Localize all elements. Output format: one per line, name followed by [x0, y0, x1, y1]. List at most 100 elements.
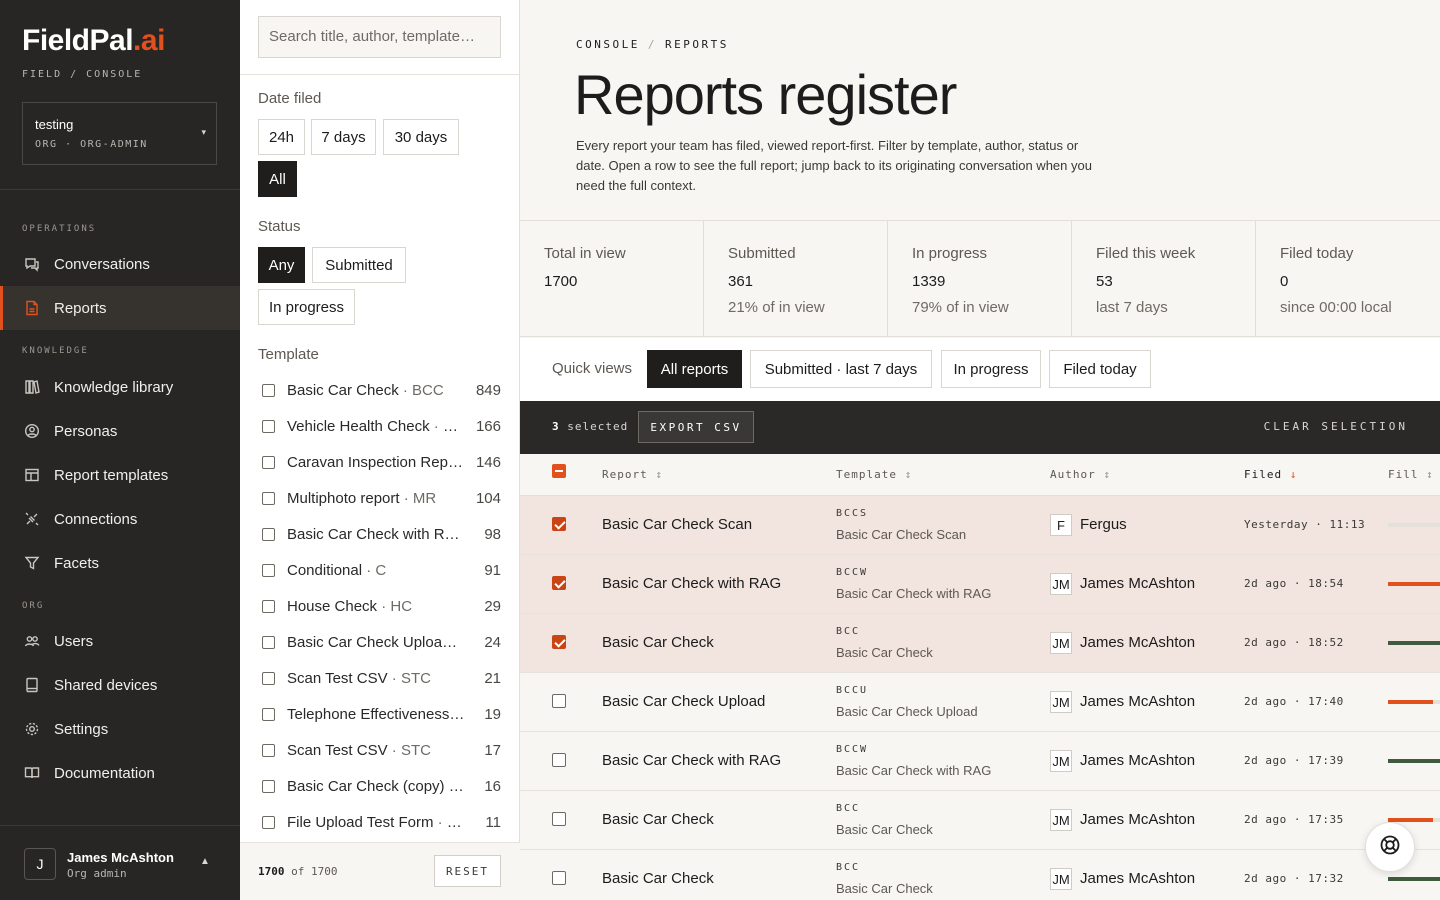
- clear-selection-button[interactable]: CLEAR SELECTION: [1264, 420, 1408, 433]
- status-chip-submitted[interactable]: Submitted: [312, 247, 406, 283]
- date-chip-7-days[interactable]: 7 days: [311, 119, 376, 155]
- template-checkbox[interactable]: [262, 419, 275, 433]
- report-title[interactable]: Basic Car Check: [602, 634, 714, 651]
- page-description: Every report your team has filed, viewed…: [576, 138, 1092, 193]
- template-checkbox[interactable]: [262, 599, 275, 613]
- template-count: 24: [484, 633, 501, 651]
- help-button[interactable]: [1365, 822, 1415, 872]
- table-row[interactable]: Basic Car Check with RAG BCCW Basic Car Ch…: [520, 732, 1440, 791]
- template-filter-item[interactable]: Basic Car Check with RAG · BCCW 98: [258, 516, 501, 552]
- column-report[interactable]: Report ↕: [602, 468, 663, 481]
- template-checkbox[interactable]: [262, 527, 275, 541]
- org-switcher[interactable]: testing ORG · ORG-ADMIN ▾: [22, 102, 217, 165]
- quick-view-all-reports[interactable]: All reports: [647, 350, 742, 388]
- row-checkbox[interactable]: [552, 576, 566, 590]
- template-checkbox[interactable]: [262, 779, 275, 793]
- table-row[interactable]: Basic Car Check BCC Basic Car Check JM James…: [520, 614, 1440, 673]
- template-filter-item[interactable]: Basic Car Check (copy) · BCC 16: [258, 768, 501, 804]
- quick-view-filed-today[interactable]: Filed today: [1049, 350, 1151, 388]
- sidebar-item-label: Knowledge library: [54, 378, 174, 396]
- sidebar-item-conversations[interactable]: Conversations: [0, 242, 240, 286]
- stat-label: Filed today: [1280, 245, 1354, 262]
- template-filter-item[interactable]: Telephone Effectiveness · TE 19: [258, 696, 501, 732]
- table-row[interactable]: Basic Car Check with RAG BCCW Basic Car Ch…: [520, 555, 1440, 614]
- template-filter-item[interactable]: Basic Car Check · BCC 849: [258, 372, 501, 408]
- template-checkbox[interactable]: [262, 743, 275, 757]
- author-name: James McAshton: [1080, 693, 1196, 710]
- sidebar-item-personas[interactable]: Personas: [0, 409, 240, 453]
- report-title[interactable]: Basic Car Check Upload: [602, 693, 765, 710]
- chevron-up-icon: ▲: [200, 856, 210, 867]
- sidebar-item-shared-devices[interactable]: Shared devices: [0, 663, 240, 707]
- report-title[interactable]: Basic Car Check: [602, 870, 714, 887]
- row-checkbox[interactable]: [552, 635, 566, 649]
- sidebar-item-reports[interactable]: Reports: [0, 286, 240, 330]
- filter-footer: 1700 of 1700 RESET: [240, 842, 520, 900]
- template-checkbox[interactable]: [262, 671, 275, 685]
- sidebar-item-report-templates[interactable]: Report templates: [0, 453, 240, 497]
- sidebar-item-documentation[interactable]: Documentation: [0, 751, 240, 795]
- row-checkbox[interactable]: [552, 694, 566, 708]
- row-checkbox[interactable]: [552, 812, 566, 826]
- author-avatar: JM: [1050, 573, 1072, 595]
- search-input[interactable]: Search title, author, template…: [258, 16, 501, 58]
- template-checkbox[interactable]: [262, 563, 275, 577]
- sidebar-item-facets[interactable]: Facets: [0, 541, 240, 585]
- template-filter-item[interactable]: Vehicle Health Check · VHC 166: [258, 408, 501, 444]
- template-checkbox[interactable]: [262, 383, 275, 397]
- date-chip-all[interactable]: All: [258, 161, 297, 197]
- quick-view-in-progress[interactable]: In progress: [941, 350, 1041, 388]
- column-fill[interactable]: Fill ↕: [1388, 468, 1434, 481]
- report-title[interactable]: Basic Car Check Scan: [602, 516, 752, 533]
- column-template[interactable]: Template ↕: [836, 468, 912, 481]
- status-chip-any[interactable]: Any: [258, 247, 305, 283]
- template-checkbox[interactable]: [262, 707, 275, 721]
- template-filter-item[interactable]: File Upload Test Form · FUTF 11: [258, 804, 501, 840]
- table-row[interactable]: Basic Car Check BCC Basic Car Check JM James…: [520, 850, 1440, 900]
- users-icon: [24, 633, 40, 649]
- template-filter-item[interactable]: Basic Car Check Upload · BCCU 24: [258, 624, 501, 660]
- breadcrumb-console[interactable]: CONSOLE: [576, 38, 640, 51]
- template-filter-item[interactable]: Scan Test CSV · STC 17: [258, 732, 501, 768]
- reset-button[interactable]: RESET: [434, 855, 501, 887]
- template-checkbox[interactable]: [262, 815, 275, 829]
- sidebar-item-connections[interactable]: Connections: [0, 497, 240, 541]
- report-title[interactable]: Basic Car Check: [602, 811, 714, 828]
- template-checkbox[interactable]: [262, 491, 275, 505]
- template-checkbox[interactable]: [262, 635, 275, 649]
- user-menu[interactable]: J James McAshton Org admin ▲: [0, 825, 240, 900]
- column-author[interactable]: Author ↕: [1050, 468, 1111, 481]
- filed-time: 2d ago · 17:35: [1244, 813, 1344, 826]
- template-checkbox[interactable]: [262, 455, 275, 469]
- template-filter-item[interactable]: Multiphoto report · MR 104: [258, 480, 501, 516]
- row-checkbox[interactable]: [552, 517, 566, 531]
- author-avatar: JM: [1050, 632, 1072, 654]
- date-chip-30-days[interactable]: 30 days: [383, 119, 459, 155]
- brand-logo[interactable]: FieldPal.ai: [22, 24, 165, 58]
- fill-progress: [1388, 877, 1440, 881]
- row-checkbox[interactable]: [552, 871, 566, 885]
- template-filter-item[interactable]: Conditional · C 91: [258, 552, 501, 588]
- stat-label: Total in view: [544, 245, 626, 262]
- template-filter-item[interactable]: Scan Test CSV · STC 21: [258, 660, 501, 696]
- stat-value: 361: [728, 273, 754, 290]
- column-filed[interactable]: Filed ↓: [1244, 468, 1297, 481]
- date-chip-24h[interactable]: 24h: [258, 119, 305, 155]
- sidebar-item-settings[interactable]: Settings: [0, 707, 240, 751]
- status-chip-in-progress[interactable]: In progress: [258, 289, 355, 325]
- book-icon: [24, 765, 40, 781]
- sidebar-item-users[interactable]: Users: [0, 619, 240, 663]
- table-row[interactable]: Basic Car Check BCC Basic Car Check JM James…: [520, 791, 1440, 850]
- export-csv-button[interactable]: EXPORT CSV: [638, 411, 754, 443]
- row-checkbox[interactable]: [552, 753, 566, 767]
- template-filter-item[interactable]: House Check · HC 29: [258, 588, 501, 624]
- template-name: Basic Car Check: [836, 645, 933, 660]
- report-title[interactable]: Basic Car Check with RAG: [602, 575, 781, 592]
- template-filter-item[interactable]: Caravan Inspection Report · CIR 146: [258, 444, 501, 480]
- table-row[interactable]: Basic Car Check Scan BCCS Basic Car Check …: [520, 496, 1440, 555]
- report-title[interactable]: Basic Car Check with RAG: [602, 752, 781, 769]
- select-all-checkbox[interactable]: [552, 464, 566, 478]
- sidebar-item-knowledge-library[interactable]: Knowledge library: [0, 365, 240, 409]
- table-row[interactable]: Basic Car Check Upload BCCU Basic Car Chec…: [520, 673, 1440, 732]
- quick-view-submitted-last-7-days[interactable]: Submitted · last 7 days: [750, 350, 932, 388]
